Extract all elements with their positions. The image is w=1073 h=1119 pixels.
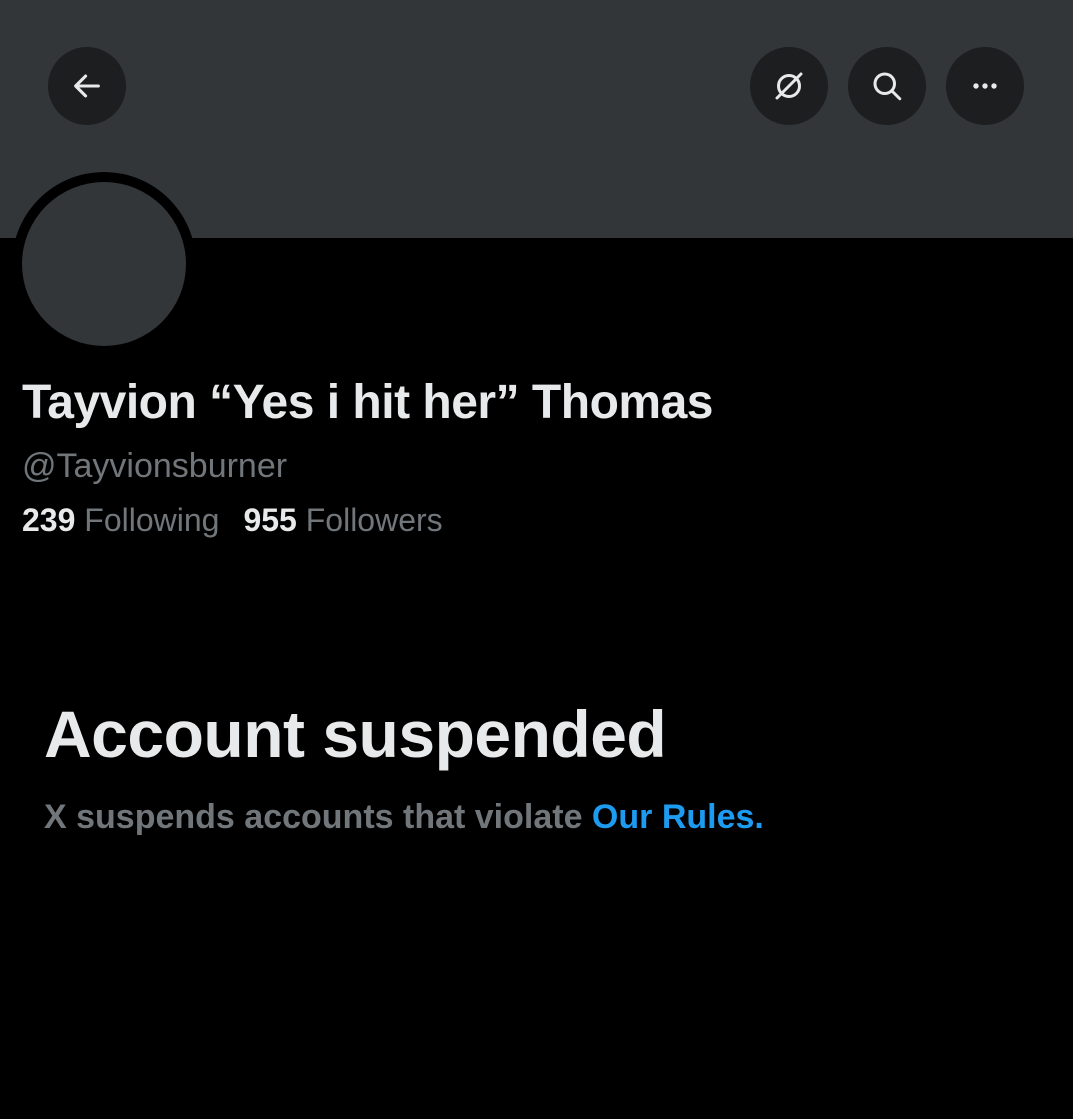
followers-label: Followers bbox=[305, 502, 443, 538]
arrow-left-icon bbox=[70, 69, 104, 103]
display-name: Tayvion “Yes i hit her” Thomas bbox=[22, 376, 713, 429]
back-button[interactable] bbox=[48, 47, 126, 125]
translate-button[interactable] bbox=[750, 47, 828, 125]
followers-count: 955 bbox=[243, 502, 297, 538]
suspension-description: X suspends accounts that violate Our Rul… bbox=[44, 798, 764, 837]
profile-stats: 239 Following 955 Followers bbox=[22, 502, 467, 539]
search-button[interactable] bbox=[848, 47, 926, 125]
our-rules-link[interactable]: Our Rules. bbox=[592, 798, 764, 836]
avatar-frame bbox=[12, 172, 196, 356]
suspension-description-text: X suspends accounts that violate bbox=[44, 798, 592, 836]
following-stat[interactable]: 239 Following bbox=[22, 502, 219, 539]
translate-icon bbox=[771, 68, 807, 104]
username-handle: @Tayvionsburner bbox=[22, 447, 288, 485]
following-count: 239 bbox=[22, 502, 76, 538]
ellipsis-icon bbox=[967, 68, 1003, 104]
more-options-button[interactable] bbox=[946, 47, 1024, 125]
suspension-title: Account suspended bbox=[44, 697, 667, 771]
avatar[interactable] bbox=[22, 182, 186, 346]
following-label: Following bbox=[84, 502, 220, 538]
followers-stat[interactable]: 955 Followers bbox=[243, 502, 442, 539]
search-icon bbox=[869, 68, 905, 104]
